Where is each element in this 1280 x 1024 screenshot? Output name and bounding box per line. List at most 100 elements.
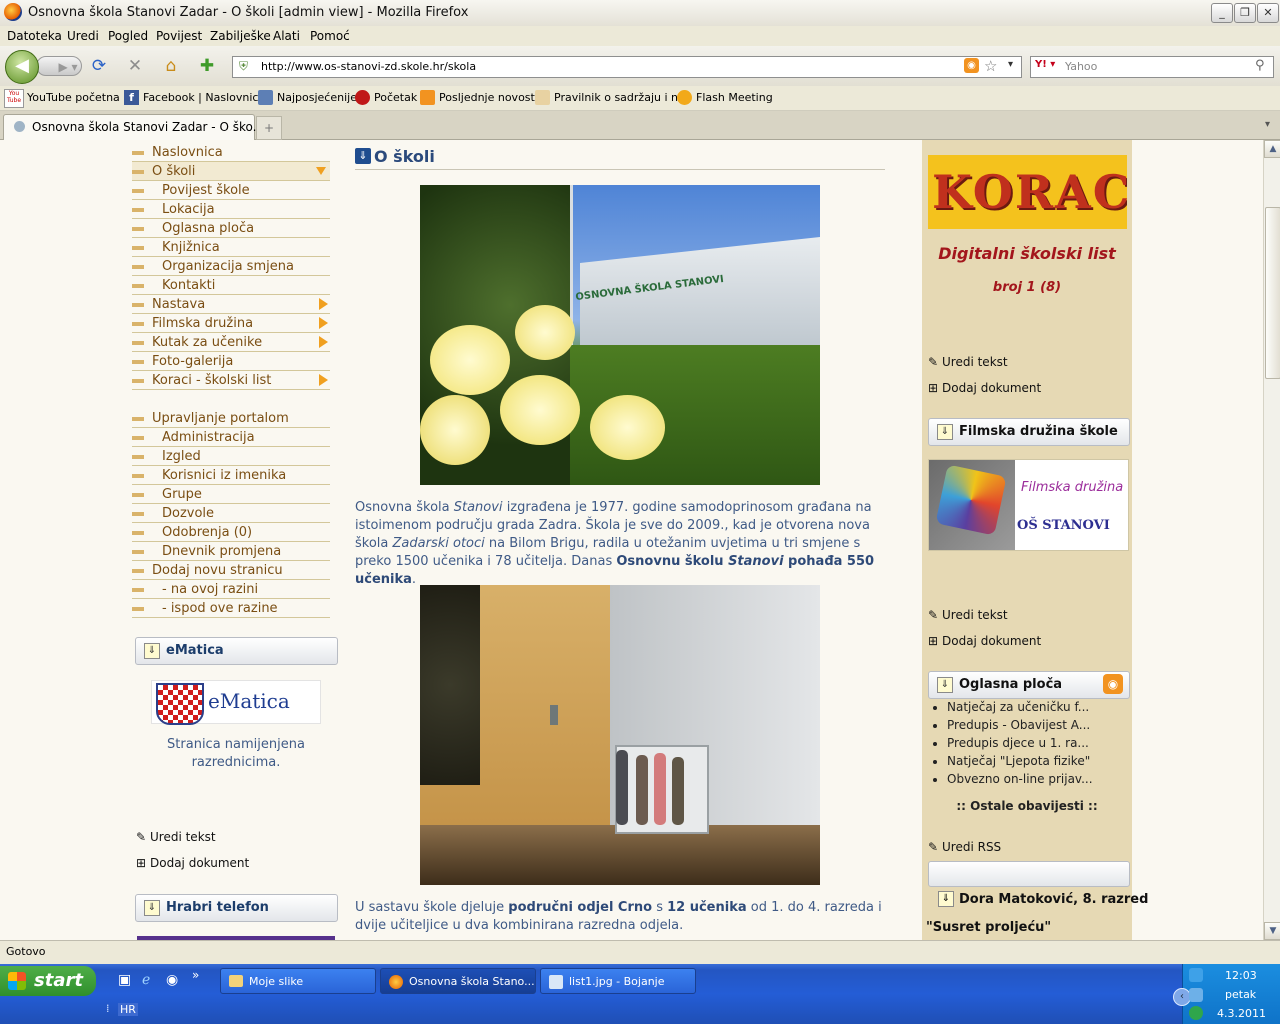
nav-item-foto-galerija[interactable]: Foto-galerija xyxy=(132,352,330,371)
yahoo-engine-icon[interactable]: Y! ▾ xyxy=(1035,59,1055,70)
bookmark-rules[interactable]: Pravilnik o sadržaju i n... xyxy=(554,91,688,104)
home-icon[interactable]: ⌂ xyxy=(161,56,181,76)
nav-item-nastava[interactable]: Nastava xyxy=(132,295,330,314)
quicklaunch-more-icon[interactable]: » xyxy=(192,968,199,982)
menu-tools[interactable]: Alati xyxy=(273,29,300,43)
maximize-button[interactable]: ❐ xyxy=(1234,3,1256,23)
forward-button[interactable]: ▶ ▾ xyxy=(36,56,82,76)
rss-feed-icon[interactable]: ◉ xyxy=(964,58,979,73)
nav-item-koraci-školski-list[interactable]: Koraci - školski list xyxy=(132,371,330,390)
scroll-down-button[interactable]: ▼ xyxy=(1264,922,1280,940)
nav-item-kutak-za-učenike[interactable]: Kutak za učenike xyxy=(132,333,330,352)
vertical-scrollbar[interactable]: ▲ ▼ xyxy=(1263,140,1280,940)
child-2 xyxy=(636,755,648,825)
nav-item-povijest-škole[interactable]: Povijest škole xyxy=(132,181,330,200)
nav-item-ispod-ove-razine[interactable]: - ispod ove razine xyxy=(132,599,330,618)
koraci-add-document-link[interactable]: ⊞ Dodaj dokument xyxy=(928,381,1041,395)
dora-title[interactable]: Dora Matoković, 8. razred xyxy=(959,892,1148,907)
menu-history[interactable]: Povijest xyxy=(156,29,202,43)
susret-title[interactable]: "Susret proljeću" xyxy=(926,920,1051,935)
scroll-thumb[interactable] xyxy=(1265,207,1280,379)
nav-item-odobrenja-0[interactable]: Odobrenja (0) xyxy=(132,523,330,542)
show-desktop-icon[interactable]: ▣ xyxy=(118,972,131,988)
koraci-edit-text-link[interactable]: ✎ Uredi tekst xyxy=(928,355,1008,369)
nav-item-o-školi[interactable]: O školi xyxy=(132,162,330,181)
ematica-edit-text-link[interactable]: ✎ Uredi tekst xyxy=(136,830,216,844)
nav-item-naslovnica[interactable]: Naslovnica xyxy=(132,143,330,162)
menu-bookmarks[interactable]: Zabilješke xyxy=(210,29,271,43)
search-box[interactable]: Y! ▾ Yahoo ⚲ xyxy=(1030,56,1274,78)
film-edit-text-link[interactable]: ✎ Uredi tekst xyxy=(928,608,1008,622)
close-window-button[interactable]: ✕ xyxy=(1257,3,1279,23)
menu-file[interactable]: Datoteka xyxy=(7,29,62,43)
nav-item-oglasna-ploča[interactable]: Oglasna ploča xyxy=(132,219,330,238)
media-player-icon[interactable]: ◉ xyxy=(166,972,178,988)
url-bar[interactable]: ⛨ http://www.os-stanovi-zd.skole.hr/skol… xyxy=(232,56,1022,78)
branch-school-photo[interactable] xyxy=(420,585,820,885)
language-indicator[interactable]: HR xyxy=(118,1003,138,1016)
clock-time[interactable]: 12:03 xyxy=(1225,969,1257,982)
board-item[interactable]: Natječaj "Ljepota fizike" xyxy=(947,752,1137,770)
nav-item-izgled[interactable]: Izgled xyxy=(132,447,330,466)
school-roses-photo[interactable]: OSNOVNA ŠKOLA STANOVI xyxy=(420,185,820,485)
nav-item-kontakti[interactable]: Kontakti xyxy=(132,276,330,295)
board-item[interactable]: Obvezno on-line prijav... xyxy=(947,770,1137,788)
menu-edit[interactable]: Uredi xyxy=(67,29,99,43)
nav-item-administracija[interactable]: Administracija xyxy=(132,428,330,447)
nav-item-lokacija[interactable]: Lokacija xyxy=(132,200,330,219)
bookmark-latest-news[interactable]: Posljednje novosti xyxy=(439,91,538,104)
search-icon[interactable]: ⚲ xyxy=(1255,58,1265,73)
bookmark-youtube[interactable]: YouTube početna xyxy=(27,91,120,104)
tab-current[interactable]: Osnovna škola Stanovi Zadar - O ško... xyxy=(3,114,264,140)
url-dropdown-icon[interactable]: ▾ xyxy=(1008,59,1013,70)
tree-shape xyxy=(420,585,480,785)
nav-item-dodaj-novu-stranicu[interactable]: Dodaj novu stranicu xyxy=(132,561,330,580)
ematica-logo[interactable]: eMatica xyxy=(151,680,321,725)
nav-item-knjižnica[interactable]: Knjižnica xyxy=(132,238,330,257)
task-my-pictures[interactable]: Moje slike xyxy=(220,968,376,994)
nav-item-dozvole[interactable]: Dozvole xyxy=(132,504,330,523)
nav-item-grupe[interactable]: Grupe xyxy=(132,485,330,504)
internet-explorer-icon[interactable]: ℯ xyxy=(142,972,150,988)
bookmark-most-visited[interactable]: Najposjećenije xyxy=(277,91,357,104)
nav-item-dnevnik-promjena[interactable]: Dnevnik promjena xyxy=(132,542,330,561)
film-logo[interactable]: Filmska družina OŠ STANOVI xyxy=(928,459,1129,551)
tab-list-icon[interactable]: ▾ xyxy=(1265,119,1270,130)
tray-skype-icon[interactable] xyxy=(1189,1006,1203,1020)
task-firefox[interactable]: Osnovna škola Stano... xyxy=(380,968,536,994)
nav-item-organizacija-smjena[interactable]: Organizacija smjena xyxy=(132,257,330,276)
nav-bullet xyxy=(132,265,144,269)
nav-item-filmska-družina[interactable]: Filmska družina xyxy=(132,314,330,333)
scroll-up-button[interactable]: ▲ xyxy=(1264,140,1280,158)
ematica-add-document-link[interactable]: ⊞ Dodaj dokument xyxy=(136,856,249,870)
new-tab-button[interactable]: + xyxy=(256,116,282,140)
task-paint[interactable]: list1.jpg - Bojanje xyxy=(540,968,696,994)
bookmark-facebook[interactable]: Facebook | Naslovnica xyxy=(143,91,265,104)
bookmark-start[interactable]: Početak xyxy=(374,91,417,104)
reload-icon[interactable]: ⟳ xyxy=(89,56,109,76)
nav-item-na-ovoj-razini[interactable]: - na ovoj razini xyxy=(132,580,330,599)
board-item[interactable]: Natječaj za učeničku f... xyxy=(947,698,1137,716)
nav-item-label: Kutak za učenike xyxy=(152,335,263,350)
nav-item-korisnici-iz-imenika[interactable]: Korisnici iz imenika xyxy=(132,466,330,485)
back-button[interactable]: ◀ xyxy=(5,50,39,84)
tray-network-icon[interactable] xyxy=(1189,968,1203,982)
add-bookmark-icon[interactable]: ✚ xyxy=(197,56,217,76)
board-item[interactable]: Predupis - Obavijest A... xyxy=(947,716,1137,734)
board-item[interactable]: Predupis djece u 1. ra... xyxy=(947,734,1137,752)
site-identity-icon[interactable]: ⛨ xyxy=(239,59,248,74)
film-add-document-link[interactable]: ⊞ Dodaj dokument xyxy=(928,634,1041,648)
koraci-logo[interactable]: KORACI xyxy=(928,155,1127,229)
star-icon[interactable]: ☆ xyxy=(984,57,997,75)
board-rss-icon[interactable]: ◉ xyxy=(1103,674,1123,694)
bookmark-flash-meeting[interactable]: Flash Meeting xyxy=(696,91,773,104)
minimize-button[interactable]: _ xyxy=(1211,3,1233,23)
edit-rss-link[interactable]: ✎ Uredi RSS xyxy=(928,840,1001,854)
stop-icon[interactable]: ✕ xyxy=(125,56,145,76)
menu-view[interactable]: Pogled xyxy=(108,29,148,43)
tray-users-icon[interactable] xyxy=(1189,988,1203,1002)
menu-help[interactable]: Pomoć xyxy=(310,29,350,43)
start-button[interactable]: start xyxy=(0,966,96,996)
nav-item-upravljanje-portalom[interactable]: Upravljanje portalom xyxy=(132,409,330,428)
board-more-link[interactable]: :: Ostale obavijesti :: xyxy=(922,799,1132,813)
